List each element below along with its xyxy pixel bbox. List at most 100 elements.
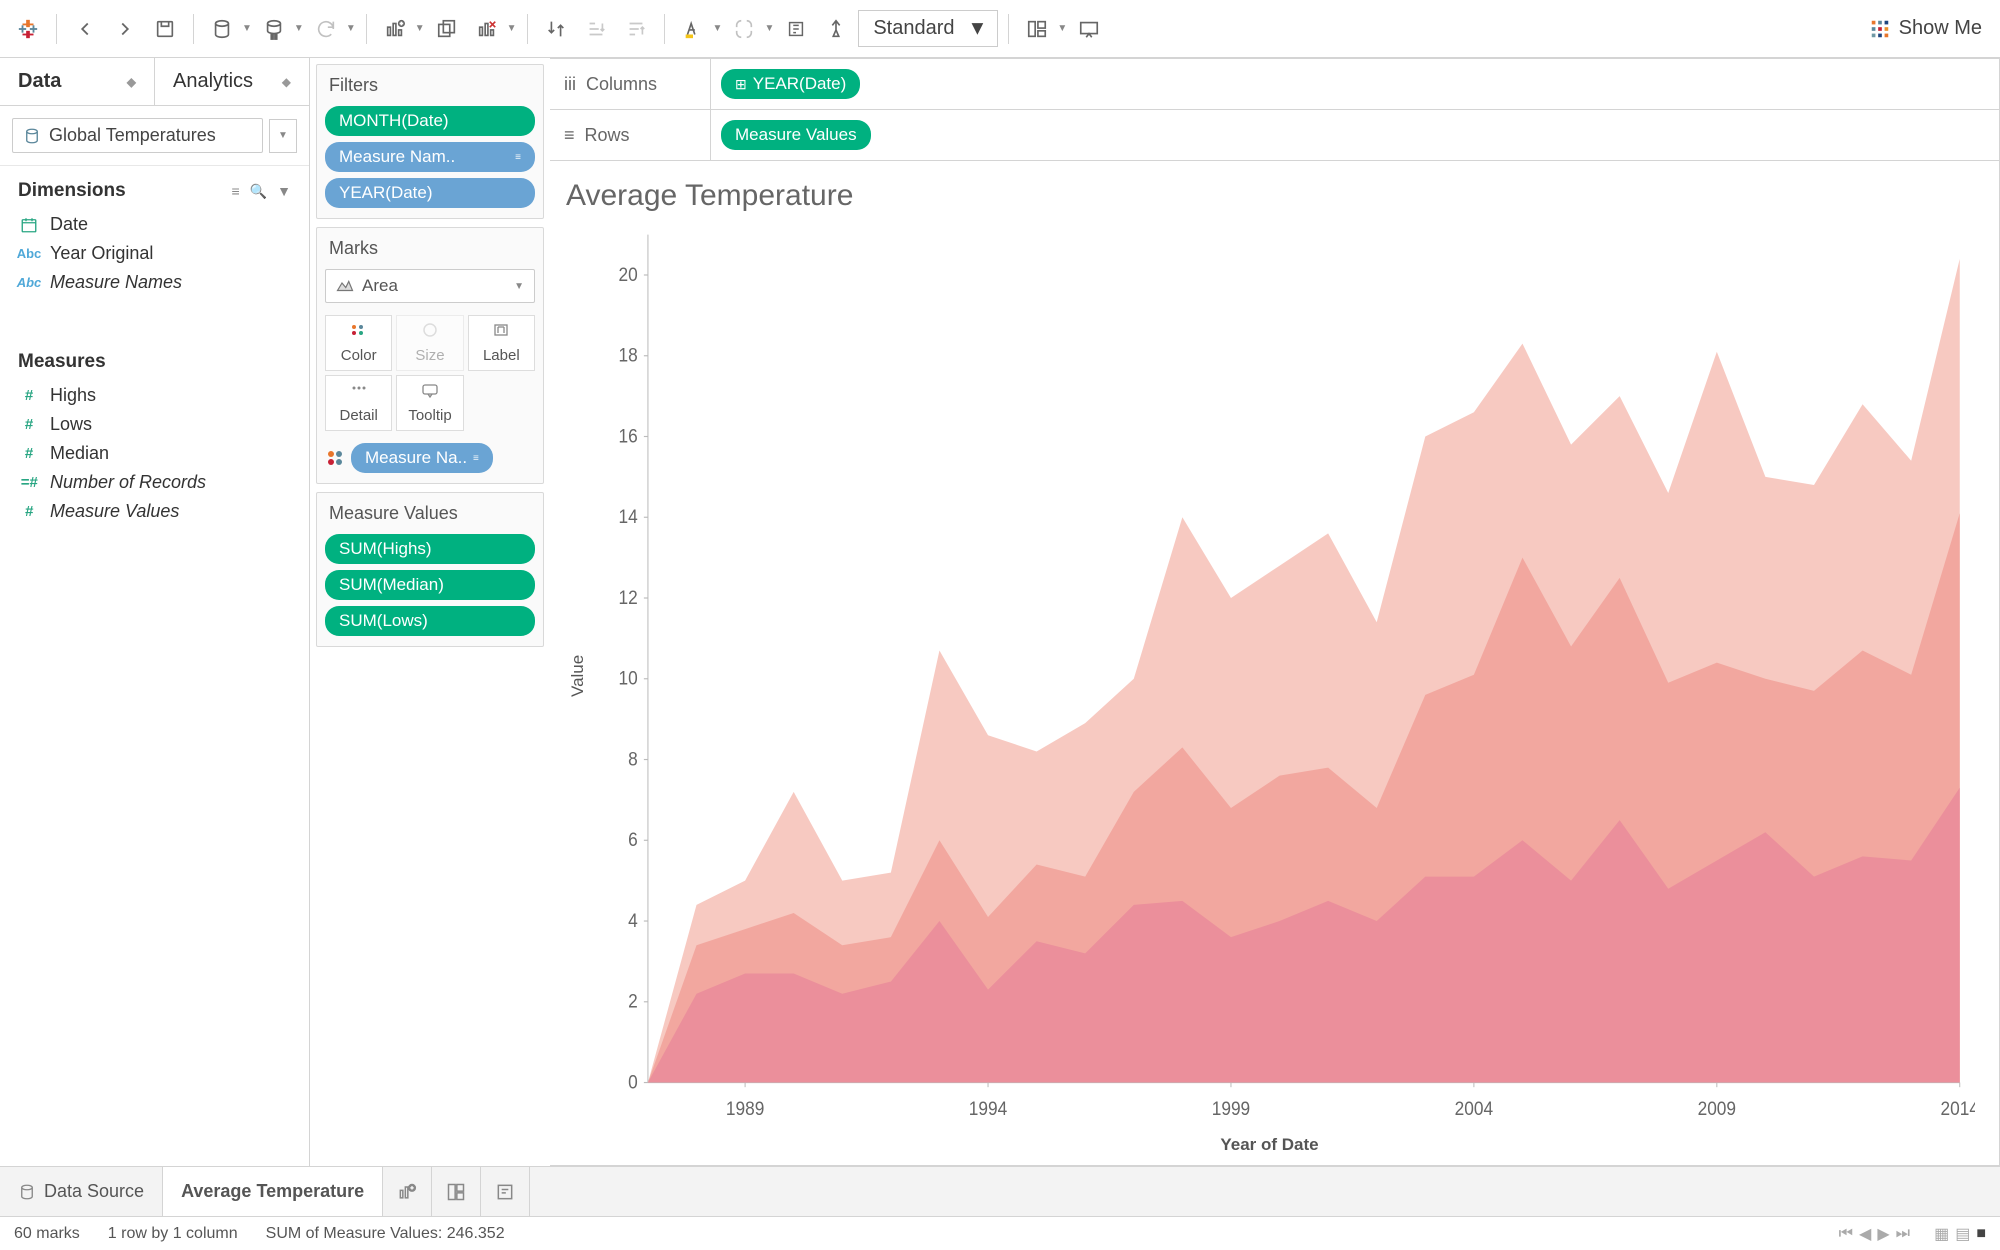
marks-label-icon: [471, 322, 532, 343]
svg-text:12: 12: [619, 586, 638, 608]
measures-header: Measures: [0, 337, 309, 381]
chart-plot[interactable]: 0246810121416182019891994199920042009201…: [592, 223, 1975, 1129]
new-story-tab-icon[interactable]: [481, 1167, 530, 1216]
nav-prev-icon[interactable]: ◀: [1859, 1224, 1871, 1244]
nav-next-icon[interactable]: ▶: [1877, 1224, 1889, 1244]
tab-data[interactable]: Data◆: [0, 58, 155, 105]
pause-updates-icon[interactable]: [256, 11, 292, 47]
color-measure-pill[interactable]: Measure Na..≡: [351, 443, 493, 473]
svg-text:1989: 1989: [726, 1097, 764, 1119]
sort-desc-icon[interactable]: [618, 11, 654, 47]
datasource-select[interactable]: Global Temperatures: [12, 118, 263, 153]
svg-text:8: 8: [628, 747, 638, 769]
y-axis-label: Value: [564, 223, 592, 1129]
measure-highs[interactable]: #Highs: [8, 381, 301, 410]
field-type-icon: [18, 216, 40, 234]
svg-text:1994: 1994: [969, 1097, 1007, 1119]
marks-header: Marks: [317, 228, 543, 269]
columns-pill[interactable]: ⊞YEAR(Date): [721, 69, 860, 99]
filter-pill[interactable]: MONTH(Date): [325, 106, 535, 136]
refresh-icon[interactable]: [308, 11, 344, 47]
datasource-name: Global Temperatures: [49, 125, 216, 146]
svg-text:2: 2: [628, 990, 638, 1012]
marks-size[interactable]: Size: [396, 315, 463, 371]
marks-size-icon: [399, 322, 460, 343]
data-source-tab[interactable]: Data Source: [0, 1167, 163, 1216]
group-icon[interactable]: [726, 11, 762, 47]
filter-pill[interactable]: Measure Nam..≡: [325, 142, 535, 172]
rows-icon: ≡: [564, 125, 575, 146]
viz-column: iiiColumns ⊞YEAR(Date) ≡Rows Measure Val…: [550, 58, 2000, 1166]
view-single-icon[interactable]: ■: [1976, 1225, 1986, 1243]
dimension-year-original[interactable]: AbcYear Original: [8, 239, 301, 268]
dimension-measure-names[interactable]: AbcMeasure Names: [8, 268, 301, 297]
show-cards-icon[interactable]: [1019, 11, 1055, 47]
svg-text:16: 16: [619, 424, 638, 446]
columns-shelf[interactable]: iiiColumns ⊞YEAR(Date): [550, 58, 2000, 110]
measure-value-pill[interactable]: SUM(Lows): [325, 606, 535, 636]
undo-icon[interactable]: [67, 11, 103, 47]
svg-text:14: 14: [619, 505, 638, 527]
new-sheet-tab-icon[interactable]: [383, 1167, 432, 1216]
measure-median[interactable]: #Median: [8, 439, 301, 468]
search-fields-icon[interactable]: 🔍: [250, 183, 267, 200]
highlight-icon[interactable]: [675, 11, 711, 47]
fields-menu-icon[interactable]: ▼: [277, 183, 291, 200]
view-filmstrip-icon[interactable]: ▤: [1955, 1224, 1970, 1244]
viz-title[interactable]: Average Temperature: [566, 179, 1975, 213]
marks-tooltip-icon: [399, 382, 460, 403]
marks-detail[interactable]: Detail: [325, 375, 392, 431]
nav-last-icon[interactable]: ⏭: [1896, 1225, 1910, 1243]
filter-pill[interactable]: YEAR(Date): [325, 178, 535, 208]
clear-sheet-icon[interactable]: [469, 11, 505, 47]
svg-text:2009: 2009: [1698, 1097, 1736, 1119]
svg-text:0: 0: [628, 1070, 638, 1092]
sheet-tabs: Data Source Average Temperature: [0, 1166, 2000, 1216]
status-rowcol: 1 row by 1 column: [108, 1225, 238, 1243]
rows-pill[interactable]: Measure Values: [721, 120, 871, 150]
data-sidebar: Data◆ Analytics◆ Global Temperatures ▼ D…: [0, 58, 310, 1166]
cards-column: Filters MONTH(Date)Measure Nam..≡YEAR(Da…: [310, 58, 550, 1166]
save-icon[interactable]: [147, 11, 183, 47]
field-type-icon: #: [18, 387, 40, 404]
measure-value-pill[interactable]: SUM(Median): [325, 570, 535, 600]
nav-first-icon[interactable]: ⏮: [1839, 1225, 1853, 1243]
view-grid-icon[interactable]: ▦: [1934, 1224, 1949, 1244]
measure-value-pill[interactable]: SUM(Highs): [325, 534, 535, 564]
swap-icon[interactable]: [538, 11, 574, 47]
marks-tooltip[interactable]: Tooltip: [396, 375, 463, 431]
dimensions-header: Dimensions ≡🔍▼: [0, 166, 309, 210]
marks-card: Marks Area▼ ColorSizeLabelDetailTooltip …: [316, 227, 544, 484]
show-me-button[interactable]: Show Me: [1861, 13, 1990, 44]
datasource-icon[interactable]: [204, 11, 240, 47]
tab-analytics[interactable]: Analytics◆: [155, 58, 309, 105]
mark-type-select[interactable]: Area▼: [325, 269, 535, 303]
measure-measure-values[interactable]: #Measure Values: [8, 497, 301, 526]
presentation-icon[interactable]: [1071, 11, 1107, 47]
new-worksheet-icon[interactable]: [377, 11, 413, 47]
rows-shelf[interactable]: ≡Rows Measure Values: [550, 110, 2000, 161]
marks-label[interactable]: Label: [468, 315, 535, 371]
new-dashboard-tab-icon[interactable]: [432, 1167, 481, 1216]
sheet-tab-active[interactable]: Average Temperature: [163, 1167, 383, 1216]
field-type-icon: Abc: [18, 246, 40, 261]
svg-text:6: 6: [628, 828, 638, 850]
marks-color-icon: [328, 322, 389, 343]
svg-text:1999: 1999: [1212, 1097, 1250, 1119]
measure-number-of-records[interactable]: =#Number of Records: [8, 468, 301, 497]
redo-icon[interactable]: [107, 11, 143, 47]
field-type-icon: Abc: [18, 275, 40, 290]
sort-asc-icon[interactable]: [578, 11, 614, 47]
pin-icon[interactable]: [818, 11, 854, 47]
show-labels-icon[interactable]: [778, 11, 814, 47]
tableau-logo-icon[interactable]: [10, 11, 46, 47]
main-toolbar: ▼ ▼ ▼ ▼ ▼ ▼ ▼ Standard▼ ▼ Show Me: [0, 0, 2000, 58]
marks-color[interactable]: Color: [325, 315, 392, 371]
duplicate-sheet-icon[interactable]: [429, 11, 465, 47]
fit-select[interactable]: Standard▼: [858, 10, 998, 47]
datasource-menu-icon[interactable]: ▼: [269, 119, 297, 153]
measure-lows[interactable]: #Lows: [8, 410, 301, 439]
dimension-date[interactable]: Date: [8, 210, 301, 239]
svg-text:10: 10: [619, 666, 638, 688]
view-as-icon[interactable]: ≡: [232, 183, 240, 200]
